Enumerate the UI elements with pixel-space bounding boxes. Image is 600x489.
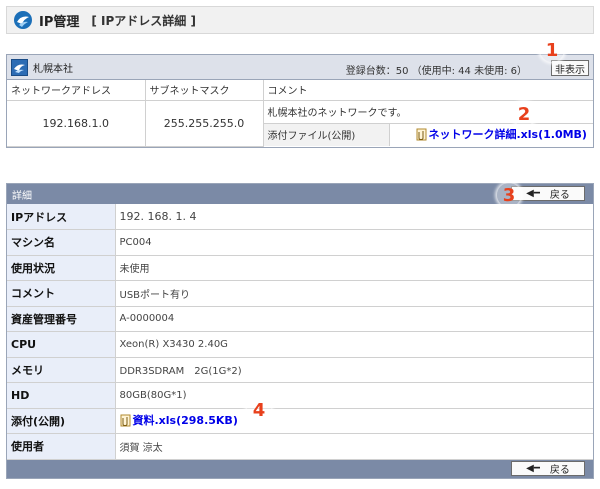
row-label: CPU xyxy=(7,331,116,358)
back-arrow-icon: ◀━ xyxy=(526,463,540,474)
row-label: 使用者 xyxy=(7,433,116,460)
row-label: 使用状況 xyxy=(7,255,116,281)
table-row: 使用状況 未使用 xyxy=(7,255,593,281)
row-label: マシン名 xyxy=(7,229,116,256)
callout-marker-2: 2 xyxy=(512,102,536,126)
network-address-header: ネットワークアドレス xyxy=(7,80,146,101)
detail-table: IPアドレス 192. 168. 1. 4 マシン名 PC004 使用状況 未使… xyxy=(7,204,593,460)
user-value: 須賀 涼太 xyxy=(115,433,593,460)
row-label: IPアドレス xyxy=(7,204,116,230)
attachment-value-cell: 資料.xls(298.5KB) xyxy=(115,408,593,434)
detail-title: 詳細 xyxy=(12,190,32,202)
app-logo-icon xyxy=(14,11,32,29)
row-label: HD xyxy=(7,382,116,409)
network-icon xyxy=(11,58,28,76)
registered-count: 登録台数：50 （使用中: 44 未使用: 6） xyxy=(345,66,527,77)
row-label: コメント xyxy=(7,280,116,307)
memory-value: DDR3SDRAM 2G(1G*2) xyxy=(115,357,593,383)
ip-address-value: 192. 168. 1. 4 xyxy=(115,204,593,230)
network-comment: 札幌本社のネットワークです。 xyxy=(263,100,593,124)
table-row: 資産管理番号 A-0000004 xyxy=(7,306,593,332)
network-name: 札幌本社 xyxy=(33,63,73,75)
callout-marker-1: 1 xyxy=(540,38,564,62)
row-label: メモリ xyxy=(7,357,116,383)
network-panel: 札幌本社 登録台数：50 （使用中: 44 未使用: 6） 非表示 ネットワーク… xyxy=(6,54,594,148)
callout-marker-4: 4 xyxy=(247,398,271,422)
hide-button[interactable]: 非表示 xyxy=(551,60,589,76)
callout-marker-3: 3 xyxy=(497,183,521,207)
app-title: IP管理 xyxy=(39,14,80,30)
network-attachment-link[interactable]: ネットワーク詳細.xls(1.0MB) xyxy=(416,126,587,142)
detail-attachment-link[interactable]: 資料.xls(298.5KB) xyxy=(120,412,238,428)
network-attachment-filename: ネットワーク詳細.xls(1.0MB) xyxy=(428,128,587,141)
table-row: コメント USBポート有り xyxy=(7,280,593,307)
network-address: 192.168.1.0 xyxy=(7,100,146,147)
attachment-cell: ネットワーク詳細.xls(1.0MB) xyxy=(389,123,593,146)
title-bar: IP管理 [ IPアドレス詳細 ] xyxy=(6,6,594,34)
subnet-mask-header: サブネットマスク xyxy=(145,80,264,101)
table-row: IPアドレス 192. 168. 1. 4 xyxy=(7,204,593,230)
table-row: CPU Xeon(R) X3430 2.40G xyxy=(7,331,593,358)
table-row: メモリ DDR3SDRAM 2G(1G*2) xyxy=(7,357,593,383)
attachment-icon xyxy=(120,414,130,426)
back-button-bottom[interactable]: ◀━ 戻る xyxy=(511,461,585,476)
asset-number-value: A-0000004 xyxy=(115,306,593,332)
page-subtitle: [ IPアドレス詳細 ] xyxy=(91,13,196,28)
attachment-icon xyxy=(416,128,426,140)
back-button-label: 戻る xyxy=(549,190,570,201)
detail-footer: ◀━ 戻る xyxy=(7,460,593,478)
comment-value: USBポート有り xyxy=(115,280,593,307)
network-table: ネットワークアドレス サブネットマスク コメント 192.168.1.0 255… xyxy=(7,80,593,147)
cpu-value: Xeon(R) X3430 2.40G xyxy=(115,331,593,358)
usage-status-value: 未使用 xyxy=(115,255,593,281)
comment-header: コメント xyxy=(263,80,593,101)
network-header: 札幌本社 登録台数：50 （使用中: 44 未使用: 6） 非表示 xyxy=(7,55,593,80)
row-label: 添付(公開) xyxy=(7,408,116,434)
back-button-top[interactable]: ◀━ 戻る xyxy=(511,186,585,201)
table-row: マシン名 PC004 xyxy=(7,229,593,256)
row-label: 資産管理番号 xyxy=(7,306,116,332)
attachment-label: 添付ファイル(公開) xyxy=(263,123,390,146)
back-button-label: 戻る xyxy=(549,465,570,476)
hd-value: 80GB(80G*1) xyxy=(115,382,593,409)
back-arrow-icon: ◀━ xyxy=(526,188,540,199)
subnet-mask: 255.255.255.0 xyxy=(145,100,264,147)
table-row: 使用者 須賀 涼太 xyxy=(7,433,593,460)
detail-attachment-filename: 資料.xls(298.5KB) xyxy=(132,414,238,427)
table-row: HD 80GB(80G*1) xyxy=(7,382,593,409)
detail-panel: 詳細 ◀━ 戻る IPアドレス 192. 168. 1. 4 マシン名 PC00… xyxy=(6,183,594,479)
machine-name-value: PC004 xyxy=(115,229,593,256)
table-row: 添付(公開) 資料.xls(298.5KB) xyxy=(7,408,593,434)
